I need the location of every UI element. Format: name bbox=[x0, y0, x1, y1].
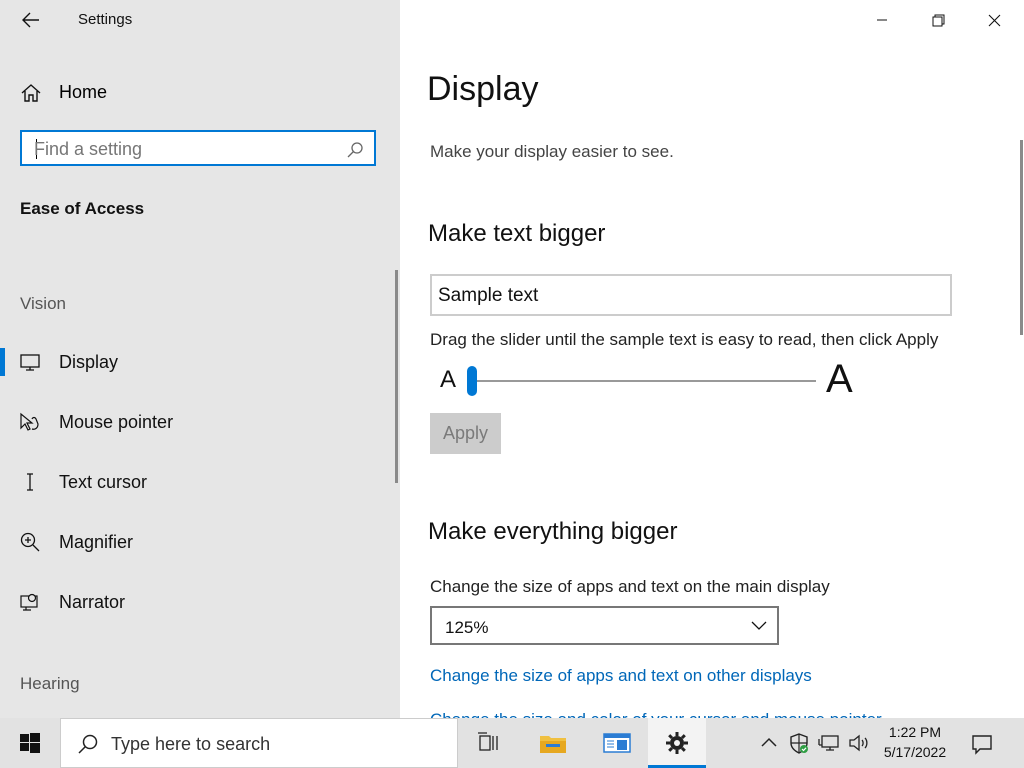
sidebar-item-label: Home bbox=[59, 82, 108, 102]
gear-icon bbox=[666, 732, 688, 754]
settings-taskbar-button[interactable] bbox=[648, 718, 706, 768]
shield-icon[interactable] bbox=[788, 732, 810, 754]
chevron-down-icon bbox=[751, 621, 767, 630]
main-content: Display Make your display easier to see.… bbox=[400, 0, 1024, 718]
taskbar-clock[interactable]: 1:22 PM 5/17/2022 bbox=[870, 722, 960, 762]
narrator-icon bbox=[20, 593, 38, 611]
magnifier-icon bbox=[20, 532, 40, 552]
file-explorer-button[interactable] bbox=[524, 718, 582, 768]
restore-button[interactable] bbox=[910, 0, 966, 40]
sidebar: Settings Home Ease of Access Vision Disp… bbox=[0, 0, 400, 718]
taskbar: Type here to search 1:22 PM 5/17/2022 bbox=[0, 718, 1024, 768]
section-heading-text-bigger: Make text bigger bbox=[428, 220, 606, 247]
sidebar-item-display[interactable]: Display bbox=[0, 340, 396, 384]
sidebar-item-narrator[interactable]: Narrator bbox=[0, 580, 396, 624]
minimize-icon bbox=[877, 19, 887, 21]
clock-date: 5/17/2022 bbox=[883, 744, 947, 760]
slider-instruction: Drag the slider until the sample text is… bbox=[430, 330, 939, 349]
close-icon bbox=[988, 14, 1000, 26]
text-size-slider[interactable] bbox=[472, 380, 816, 382]
search-input[interactable] bbox=[34, 137, 334, 161]
start-button[interactable] bbox=[0, 718, 60, 768]
restore-icon bbox=[932, 14, 944, 26]
sidebar-item-label: Magnifier bbox=[59, 532, 134, 552]
section-header-vision: Vision bbox=[20, 294, 66, 313]
search-icon bbox=[78, 734, 98, 754]
windows-logo-icon bbox=[20, 733, 40, 753]
category-title: Ease of Access bbox=[20, 199, 145, 218]
page-subtitle: Make your display easier to see. bbox=[430, 142, 674, 161]
main-scrollbar[interactable] bbox=[1020, 140, 1023, 335]
taskbar-search-placeholder: Type here to search bbox=[111, 734, 271, 754]
notification-icon[interactable] bbox=[970, 732, 994, 756]
sidebar-item-label: Display bbox=[59, 352, 119, 372]
folder-icon bbox=[540, 736, 566, 753]
link-cursor-pointer[interactable]: Change the size and color of your cursor… bbox=[430, 706, 882, 718]
mouse-pointer-icon bbox=[20, 412, 39, 431]
sidebar-item-home[interactable]: Home bbox=[0, 72, 400, 112]
text-cursor-icon bbox=[27, 473, 33, 491]
back-button[interactable] bbox=[16, 6, 46, 34]
back-arrow-icon bbox=[22, 12, 39, 28]
sidebar-item-mouse-pointer[interactable]: Mouse pointer bbox=[0, 400, 396, 444]
sample-text-box: Sample text bbox=[430, 274, 952, 316]
link-other-displays[interactable]: Change the size of apps and text on othe… bbox=[430, 666, 812, 686]
big-a-label: A bbox=[826, 357, 853, 401]
sidebar-item-label: Mouse pointer bbox=[59, 412, 174, 432]
settings-search-box[interactable] bbox=[20, 130, 376, 166]
minimize-button[interactable] bbox=[854, 0, 910, 40]
scale-value: 125% bbox=[445, 618, 489, 637]
home-icon bbox=[21, 84, 41, 102]
apply-button[interactable]: Apply bbox=[430, 413, 501, 454]
sidebar-item-label: Narrator bbox=[59, 592, 126, 612]
small-a-label: A bbox=[440, 366, 457, 393]
section-header-hearing: Hearing bbox=[20, 674, 80, 693]
slider-thumb[interactable] bbox=[467, 366, 477, 396]
scale-dropdown[interactable]: 125% bbox=[430, 606, 779, 645]
task-view-button[interactable] bbox=[460, 718, 518, 768]
window-title: Settings bbox=[78, 11, 133, 28]
clock-time: 1:22 PM bbox=[888, 724, 942, 740]
sidebar-item-label: Text cursor bbox=[59, 472, 148, 492]
taskbar-search-box[interactable]: Type here to search bbox=[60, 718, 458, 768]
close-button[interactable] bbox=[966, 0, 1022, 40]
sidebar-item-magnifier[interactable]: Magnifier bbox=[0, 520, 396, 564]
page-title: Display bbox=[427, 70, 539, 108]
sidebar-scrollbar[interactable] bbox=[395, 270, 398, 483]
app-window-button[interactable] bbox=[588, 718, 646, 768]
scale-label: Change the size of apps and text on the … bbox=[430, 577, 830, 596]
sidebar-item-text-cursor[interactable]: Text cursor bbox=[0, 460, 396, 504]
search-icon[interactable] bbox=[346, 141, 364, 159]
sample-text: Sample text bbox=[438, 285, 539, 306]
section-heading-everything-bigger: Make everything bigger bbox=[428, 518, 678, 545]
monitor-icon bbox=[20, 354, 40, 371]
app-window-icon bbox=[603, 733, 631, 753]
task-view-icon bbox=[478, 732, 498, 751]
chevron-up-icon[interactable] bbox=[758, 732, 780, 754]
network-icon[interactable] bbox=[818, 732, 840, 754]
volume-icon[interactable] bbox=[848, 732, 870, 754]
